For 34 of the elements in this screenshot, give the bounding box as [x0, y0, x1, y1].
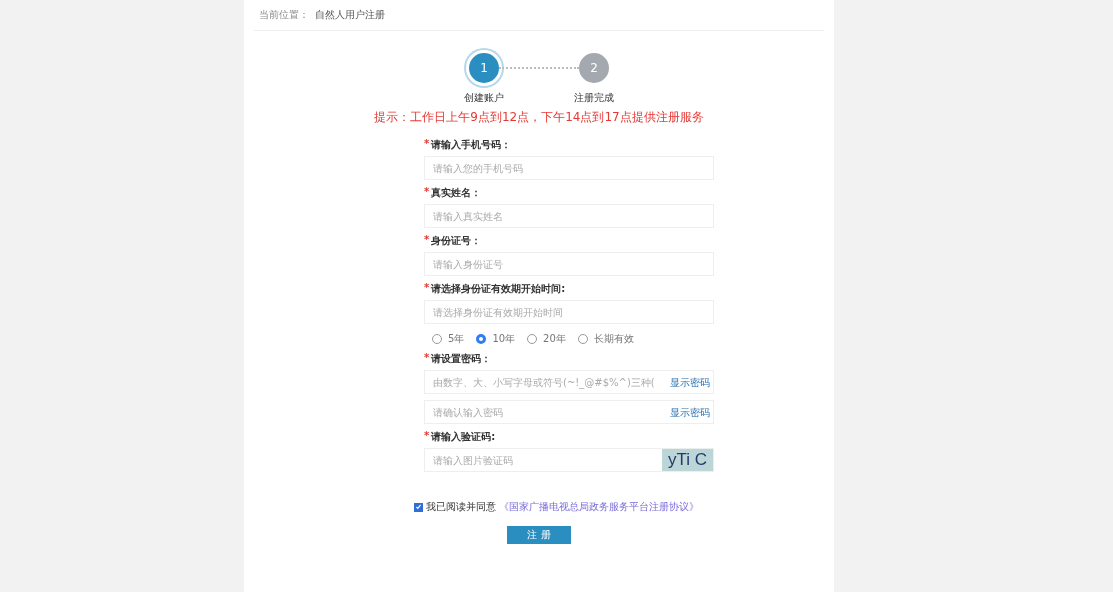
show-password-link[interactable]: 显示密码: [670, 406, 710, 420]
required-mark: *: [424, 430, 430, 443]
field-label: 请选择身份证有效期开始时间:: [431, 282, 566, 296]
breadcrumb-label: 当前位置：: [259, 8, 309, 22]
field-label: 请设置密码：: [431, 352, 492, 366]
show-password-link[interactable]: 显示密码: [670, 376, 710, 390]
radio-label: 长期有效: [593, 332, 634, 346]
radio-label: 20年: [543, 332, 566, 346]
radio-label: 5年: [448, 332, 465, 346]
field-label: 真实姓名：: [431, 186, 482, 200]
agreement-checkbox[interactable]: [414, 502, 423, 512]
input-field[interactable]: 请输入真实姓名: [424, 204, 714, 228]
notice-text: 提示：工作日上午9点到12点，下午14点到17点提供注册服务: [374, 109, 704, 126]
captcha-image[interactable]: yTi C: [661, 449, 713, 471]
step-label: 创建账户: [464, 91, 504, 105]
agreement-text: 我已阅读并同意: [426, 500, 496, 514]
step-number: 2: [579, 53, 609, 83]
input-field[interactable]: 请选择身份证有效期开始时间: [424, 300, 714, 324]
required-mark: *: [424, 234, 430, 247]
radio-button[interactable]: [476, 334, 487, 344]
field-label: 请输入验证码:: [431, 430, 496, 444]
field-label: 请输入手机号码：: [431, 138, 512, 152]
step-label: 注册完成: [574, 91, 614, 105]
radio-label: 10年: [492, 332, 516, 346]
required-mark: *: [424, 138, 430, 151]
field-label: 身份证号：: [431, 234, 482, 248]
agreement-link[interactable]: 《国家广播电视总局政务服务平台注册协议》: [499, 500, 699, 514]
required-mark: *: [424, 352, 430, 365]
register-button[interactable]: 注 册: [507, 526, 571, 544]
required-mark: *: [424, 186, 430, 199]
input-field[interactable]: 请输入身份证号: [424, 252, 714, 276]
input-field[interactable]: 请输入您的手机号码: [424, 156, 714, 180]
breadcrumb-current: 自然人用户注册: [315, 8, 385, 22]
required-mark: *: [424, 282, 430, 295]
